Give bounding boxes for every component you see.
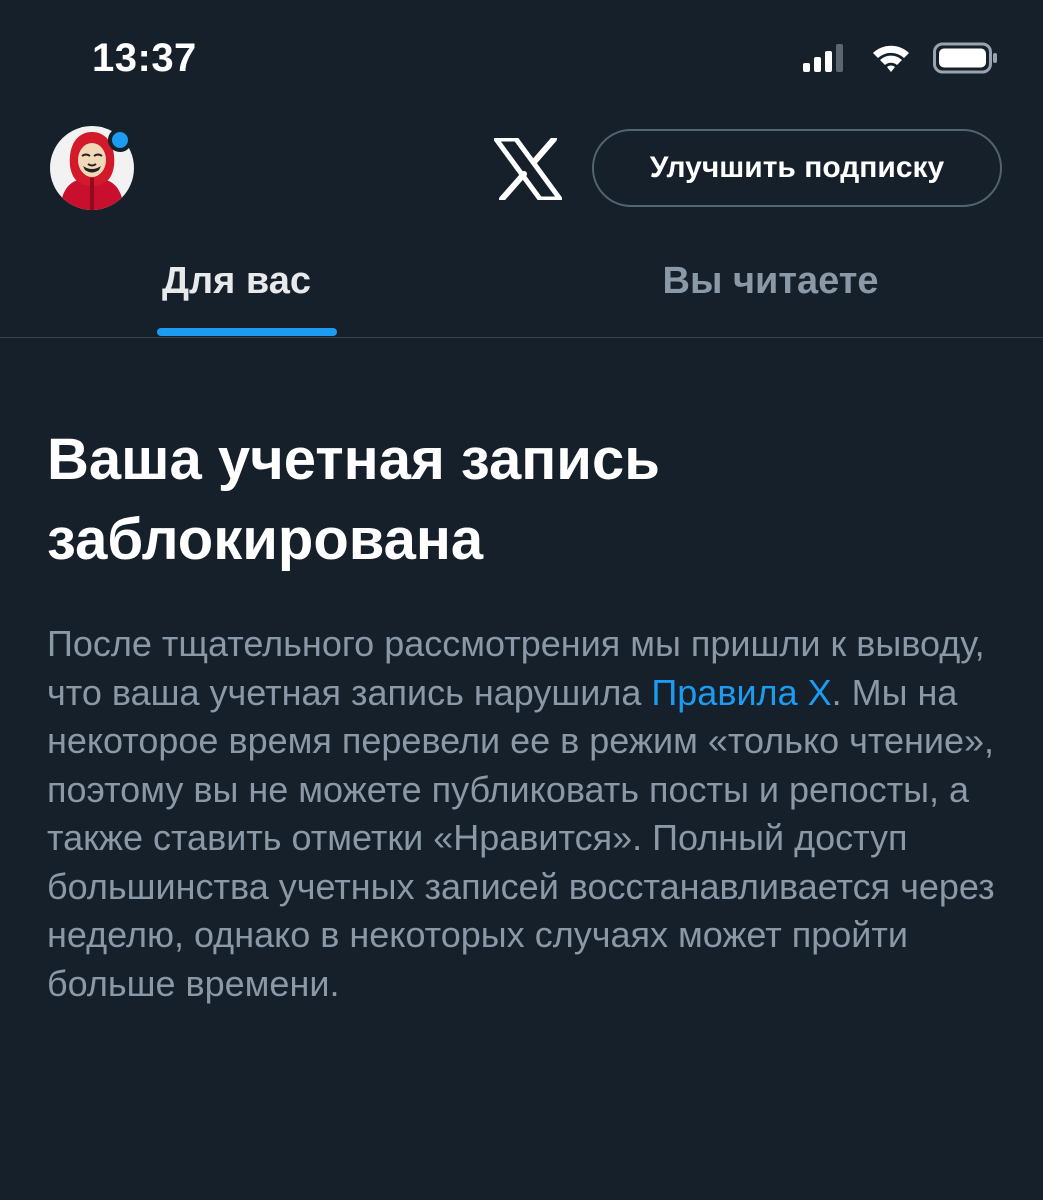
timeline-tabs: Для вас Вы читаете: [0, 240, 1043, 338]
account-locked-notice: Ваша учетная запись заблокирована После …: [47, 420, 1007, 1008]
battery-icon: [933, 42, 997, 74]
x-logo-icon[interactable]: [494, 138, 562, 200]
status-bar: 13:37: [0, 0, 1043, 110]
notice-body-end: . Мы на некоторое время перевели ее в ре…: [47, 671, 995, 1004]
tab-following-label: Вы читаете: [662, 260, 879, 302]
tab-for-you-label: Для вас: [161, 260, 312, 302]
status-icons: [803, 42, 999, 74]
tab-for-you[interactable]: Для вас: [0, 240, 521, 336]
active-tab-indicator: [157, 328, 337, 336]
header: Улучшить подписку: [0, 118, 1043, 218]
cellular-signal-icon: [803, 44, 843, 72]
notice-body: После тщательного рассмотрения мы пришли…: [47, 620, 1007, 1008]
x-rules-link[interactable]: Правила X: [651, 672, 831, 713]
notification-dot: [108, 128, 132, 152]
notice-title: Ваша учетная запись заблокирована: [47, 427, 660, 572]
status-time: 13:37: [92, 36, 197, 80]
upgrade-subscription-button[interactable]: Улучшить подписку: [592, 129, 1002, 207]
tab-following[interactable]: Вы читаете: [521, 240, 1042, 336]
profile-avatar[interactable]: [50, 126, 134, 210]
wifi-icon: [873, 45, 909, 72]
